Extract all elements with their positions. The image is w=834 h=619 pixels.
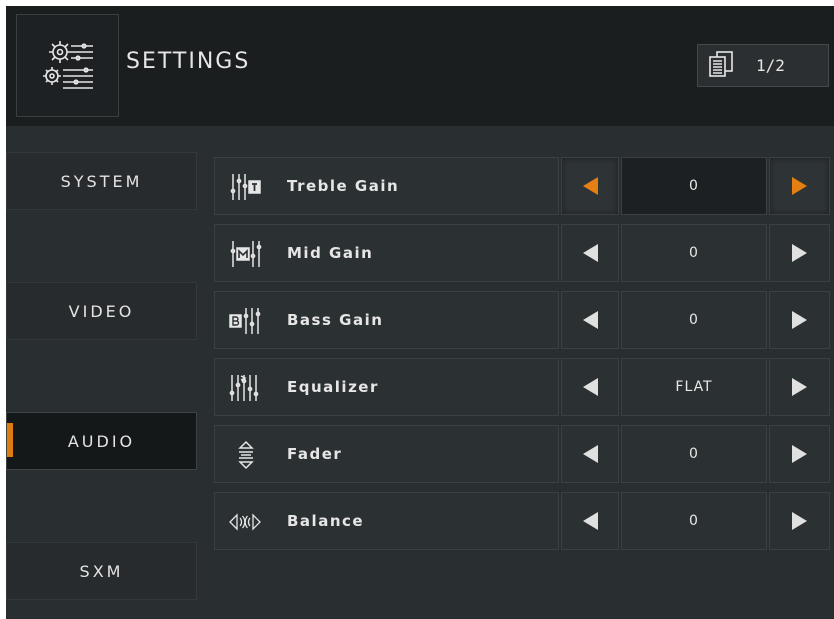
- setting-row-balance: Balance 0: [214, 492, 830, 550]
- sidebar-item-label: SYSTEM: [60, 171, 143, 191]
- treble-gain-icon: [230, 174, 261, 200]
- decrease-button[interactable]: [561, 492, 619, 550]
- setting-label: Bass Gain: [287, 311, 384, 329]
- page-indicator: 1/2: [756, 56, 785, 75]
- sidebar-item-label: VIDEO: [68, 301, 135, 321]
- fader-icon: [238, 440, 254, 470]
- sidebar-item-audio[interactable]: AUDIO: [6, 412, 197, 470]
- arrow-right-icon: [792, 311, 807, 329]
- setting-row-fader: Fader 0: [214, 425, 830, 483]
- setting-label-cell: Mid Gain: [214, 224, 559, 282]
- settings-screen: SETTINGS 1/2 SYSTEM VIDEO AUDIO SXM Treb…: [6, 6, 834, 619]
- arrow-left-icon: [582, 445, 598, 463]
- page-list-icon: [708, 50, 734, 82]
- header: SETTINGS 1/2: [6, 6, 834, 126]
- setting-label: Equalizer: [287, 378, 379, 396]
- page-title: SETTINGS: [126, 49, 251, 74]
- settings-gears-icon: [16, 14, 119, 117]
- increase-button[interactable]: [769, 425, 830, 483]
- arrow-left-icon: [582, 378, 598, 396]
- page-switch-button[interactable]: 1/2: [697, 44, 829, 87]
- setting-value: 0: [621, 492, 767, 550]
- setting-value: 0: [621, 157, 767, 215]
- equalizer-icon: [229, 375, 259, 401]
- mid-gain-icon: [230, 241, 262, 267]
- decrease-button[interactable]: [561, 425, 619, 483]
- setting-value: 0: [621, 291, 767, 349]
- setting-value: FLAT: [621, 358, 767, 416]
- decrease-button[interactable]: [561, 358, 619, 416]
- bass-gain-icon: [229, 308, 261, 334]
- setting-row-bass-gain: Bass Gain 0: [214, 291, 830, 349]
- setting-value: 0: [621, 425, 767, 483]
- setting-label: Fader: [287, 445, 343, 463]
- increase-button[interactable]: [769, 358, 830, 416]
- setting-label-cell: Balance: [214, 492, 559, 550]
- setting-value: 0: [621, 224, 767, 282]
- setting-label-cell: Bass Gain: [214, 291, 559, 349]
- increase-button[interactable]: [769, 492, 830, 550]
- sidebar-item-label: AUDIO: [67, 431, 136, 451]
- sidebar-item-system[interactable]: SYSTEM: [6, 152, 197, 210]
- setting-row-equalizer: Equalizer FLAT: [214, 358, 830, 416]
- sidebar-item-label: SXM: [79, 561, 124, 581]
- decrease-button[interactable]: [561, 224, 619, 282]
- increase-button[interactable]: [769, 157, 830, 215]
- arrow-left-icon: [582, 177, 598, 195]
- balance-icon: [229, 513, 261, 531]
- setting-label-cell: Equalizer: [214, 358, 559, 416]
- increase-button[interactable]: [769, 291, 830, 349]
- sidebar-item-video[interactable]: VIDEO: [6, 282, 197, 340]
- setting-label-cell: Treble Gain: [214, 157, 559, 215]
- setting-label-cell: Fader: [214, 425, 559, 483]
- setting-label: Balance: [287, 512, 365, 530]
- arrow-right-icon: [792, 177, 807, 195]
- decrease-button[interactable]: [561, 291, 619, 349]
- increase-button[interactable]: [769, 224, 830, 282]
- setting-row-mid-gain: Mid Gain 0: [214, 224, 830, 282]
- decrease-button[interactable]: [561, 157, 619, 215]
- arrow-right-icon: [792, 244, 807, 262]
- arrow-right-icon: [792, 512, 807, 530]
- setting-row-treble-gain: Treble Gain 0: [214, 157, 830, 215]
- setting-label: Treble Gain: [287, 177, 400, 195]
- arrow-left-icon: [582, 244, 598, 262]
- sidebar-item-sxm[interactable]: SXM: [6, 542, 197, 600]
- active-indicator: [7, 423, 13, 457]
- setting-label: Mid Gain: [287, 244, 374, 262]
- arrow-right-icon: [792, 378, 807, 396]
- arrow-left-icon: [582, 512, 598, 530]
- arrow-left-icon: [582, 311, 598, 329]
- arrow-right-icon: [792, 445, 807, 463]
